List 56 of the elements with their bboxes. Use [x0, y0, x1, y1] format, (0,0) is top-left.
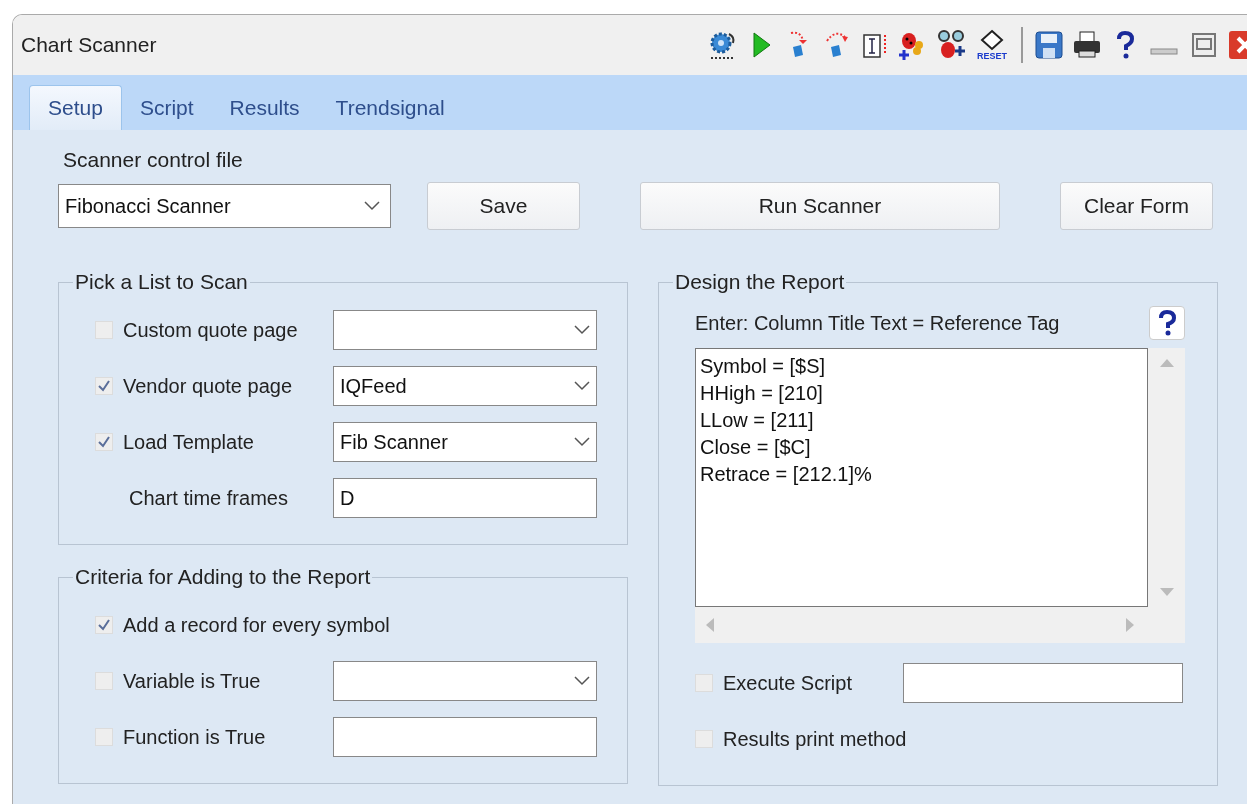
field-label: Chart time frames: [129, 486, 289, 510]
text-line: Symbol = [$S]: [700, 354, 827, 379]
checkbox-label: Custom quote page: [123, 318, 299, 342]
chevron-down-icon: [574, 676, 590, 686]
dropdown[interactable]: IQFeed: [333, 366, 597, 406]
window-title: Chart Scanner: [21, 33, 158, 57]
save-icon[interactable]: [1033, 29, 1065, 61]
checkbox-label: Execute Script: [723, 671, 853, 695]
help-icon: [1157, 310, 1177, 336]
text-line: HHigh = [210]: [700, 381, 824, 406]
chevron-down-icon: [574, 437, 590, 447]
binoculars-bug-icon[interactable]: [935, 29, 967, 61]
checkbox-label: Function is True: [123, 725, 267, 749]
group-title: Design the Report: [674, 270, 846, 294]
checkbox-label: Add a record for every symbol: [123, 613, 391, 637]
chevron-down-icon: [574, 325, 590, 335]
tab[interactable]: Results: [211, 88, 318, 130]
input-field[interactable]: [333, 717, 597, 757]
checkbox[interactable]: [95, 321, 113, 339]
print-icon[interactable]: [1071, 29, 1103, 61]
input-field[interactable]: [903, 663, 1183, 703]
checkbox[interactable]: [95, 616, 113, 634]
checkbox[interactable]: [95, 728, 113, 746]
checkbox-label: Vendor quote page: [123, 374, 294, 398]
help-button[interactable]: [1149, 306, 1185, 340]
checkbox-label: Results print method: [723, 727, 908, 751]
hint-text: Enter: Column Title Text = Reference Tag: [695, 311, 1060, 335]
text-area[interactable]: Symbol = [$S] HHigh = [210] LLow = [211] Close = [$C] Retrace = [212.1]%: [695, 348, 1148, 607]
field-label: Scanner control file: [63, 148, 243, 172]
text-line: Close = [$C]: [700, 435, 812, 460]
tab[interactable]: Setup: [29, 85, 122, 130]
diamond-icon: [980, 29, 1004, 51]
dropdown[interactable]: Fibonacci Scanner: [58, 184, 391, 228]
dropdown[interactable]: [333, 661, 597, 701]
checkbox[interactable]: [95, 433, 113, 451]
reset-button[interactable]: RESET: [973, 29, 1011, 61]
clear-button[interactable]: Clear Form: [1060, 182, 1213, 230]
text-line: LLow = [211]: [700, 408, 815, 433]
checkbox[interactable]: [695, 730, 713, 748]
input-field[interactable]: D: [333, 478, 597, 518]
group-title: Criteria for Adding to the Report: [74, 565, 372, 589]
tab[interactable]: Script: [121, 88, 212, 130]
dropdown[interactable]: [333, 310, 597, 350]
group-title: Pick a List to Scan: [74, 270, 249, 294]
checkbox[interactable]: [695, 674, 713, 692]
checkbox[interactable]: [95, 672, 113, 690]
chevron-down-icon: [574, 381, 590, 391]
run-button[interactable]: Run Scanner: [640, 182, 1000, 230]
save-button[interactable]: Save: [427, 182, 580, 230]
chevron-down-icon: [364, 201, 380, 211]
text-line: Retrace = [212.1]%: [700, 462, 873, 487]
tab[interactable]: Trendsignal: [317, 88, 463, 130]
checkbox-label: Variable is True: [123, 669, 262, 693]
checkbox-label: Load Template: [123, 430, 255, 454]
checkbox[interactable]: [95, 377, 113, 395]
dropdown[interactable]: Fib Scanner: [333, 422, 597, 462]
